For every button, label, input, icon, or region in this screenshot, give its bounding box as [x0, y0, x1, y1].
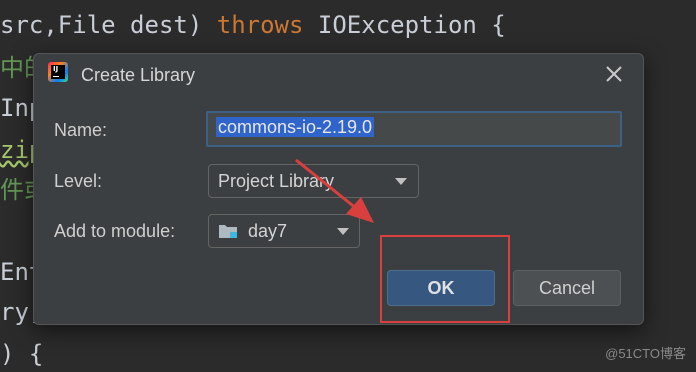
create-library-dialog: IJ Create Library Name: commons-io-2.19.… [33, 53, 644, 325]
code-text: src,File dest) [0, 11, 217, 39]
library-name-value: commons-io-2.19.0 [216, 117, 375, 137]
intellij-idea-icon-inner: IJ [51, 65, 65, 79]
level-dropdown[interactable]: Project Library [208, 164, 419, 198]
module-dropdown[interactable]: day7 [208, 214, 360, 248]
name-label: Name: [54, 120, 108, 140]
code-text: IOException { [303, 11, 506, 39]
add-to-module-label: Add to module: [54, 221, 176, 241]
level-dropdown-value: Project Library [218, 171, 335, 191]
chevron-down-icon [395, 178, 407, 185]
intellij-idea-icon: IJ [48, 62, 68, 82]
module-folder-icon [219, 225, 237, 238]
cancel-button[interactable]: Cancel [513, 270, 621, 306]
code-line-1: src,File dest) throws IOException { [0, 10, 506, 40]
close-icon [606, 66, 622, 82]
module-dropdown-value: day7 [248, 221, 288, 241]
screenshot-root: src,File dest) throws IOException { 中的 I… [0, 0, 696, 372]
dialog-title: Create Library [81, 65, 196, 85]
watermark: @51CTO博客 [605, 346, 686, 361]
annotation-highlight-box [380, 235, 510, 323]
chevron-down-icon [337, 228, 349, 235]
library-name-input[interactable]: commons-io-2.19.0 [206, 111, 622, 147]
code-keyword: throws [216, 11, 304, 39]
dialog-titlebar[interactable]: IJ Create Library [34, 54, 643, 96]
code-line-8: ) { [0, 340, 44, 368]
level-label: Level: [54, 171, 103, 191]
close-button[interactable] [601, 61, 627, 87]
